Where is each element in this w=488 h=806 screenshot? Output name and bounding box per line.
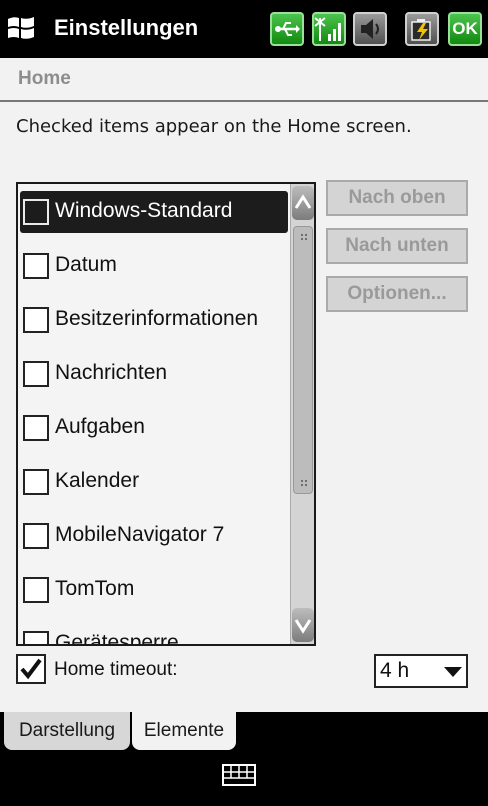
speaker-icon[interactable] [353, 12, 387, 46]
list-item[interactable]: Nachrichten [18, 352, 290, 396]
item-checkbox[interactable] [23, 577, 49, 603]
title-bar: Einstellungen OK [0, 0, 488, 58]
app-title: Einstellungen [54, 15, 199, 40]
page-header: Home [0, 58, 488, 102]
list-item[interactable]: Windows-Standard [18, 190, 290, 234]
home-timeout-checkbox[interactable] [16, 654, 46, 684]
item-checkbox[interactable] [23, 307, 49, 333]
item-checkbox[interactable] [23, 361, 49, 387]
usb-connection-icon[interactable] [270, 12, 304, 46]
scroll-thumb[interactable] [293, 226, 313, 494]
item-label: MobileNavigator 7 [55, 523, 225, 546]
options-button[interactable]: Optionen... [326, 276, 468, 312]
settings-content: Home Checked items appear on the Home sc… [0, 58, 488, 712]
item-label: Datum [55, 253, 117, 276]
item-label: Aufgaben [55, 415, 145, 438]
tab-bar: Darstellung Elemente [0, 712, 488, 754]
description-text: Checked items appear on the Home screen. [16, 116, 412, 137]
home-timeout-label: Home timeout: [54, 659, 178, 680]
soft-key-bar [0, 754, 488, 806]
item-label: Besitzerinformationen [55, 307, 259, 330]
chevron-up-icon [294, 194, 312, 209]
screen: Einstellungen OK Home Checked items appe… [0, 0, 488, 806]
battery-charging-icon[interactable] [405, 12, 439, 46]
tab-elemente[interactable]: Elemente [132, 712, 236, 750]
ok-button[interactable]: OK [448, 12, 482, 46]
item-checkbox[interactable] [23, 253, 49, 279]
windows-logo-icon[interactable] [6, 13, 36, 43]
item-label: Kalender [55, 469, 140, 492]
scroll-down-button[interactable] [292, 608, 314, 642]
list-item[interactable]: Aufgaben [18, 406, 290, 450]
item-checkbox[interactable] [23, 523, 49, 549]
grip-icon [301, 234, 307, 240]
list-item[interactable]: Gerätesperre [18, 622, 290, 646]
item-label: Windows-Standard [55, 199, 233, 222]
timeout-value: 4 h [380, 659, 410, 682]
list-scrollbar[interactable] [290, 184, 314, 644]
list-item[interactable]: TomTom [18, 568, 290, 612]
item-checkbox[interactable] [23, 415, 49, 441]
list-item[interactable]: MobileNavigator 7 [18, 514, 290, 558]
dropdown-arrow-icon [444, 667, 462, 677]
chevron-down-icon [294, 619, 312, 634]
item-checkbox[interactable] [23, 199, 49, 225]
timeout-select[interactable]: 4 h [374, 654, 468, 688]
home-items-list[interactable]: Windows-Standard Datum Besitzerinformati… [16, 182, 316, 646]
item-label: Gerätesperre [55, 631, 179, 646]
tab-darstellung[interactable]: Darstellung [4, 712, 130, 750]
page-title: Home [18, 68, 71, 89]
scroll-up-button[interactable] [292, 186, 314, 220]
item-label: TomTom [55, 577, 135, 600]
item-label: Nachrichten [55, 361, 168, 384]
list-item[interactable]: Datum [18, 244, 290, 288]
move-down-button[interactable]: Nach unten [326, 228, 468, 264]
keyboard-icon[interactable] [222, 764, 256, 786]
move-up-button[interactable]: Nach oben [326, 180, 468, 216]
item-checkbox[interactable] [23, 631, 49, 644]
list-item[interactable]: Besitzerinformationen [18, 298, 290, 342]
grip-icon [301, 480, 307, 486]
list-item[interactable]: Kalender [18, 460, 290, 504]
signal-strength-icon[interactable] [312, 12, 346, 46]
checkmark-icon [20, 658, 42, 680]
item-checkbox[interactable] [23, 469, 49, 495]
